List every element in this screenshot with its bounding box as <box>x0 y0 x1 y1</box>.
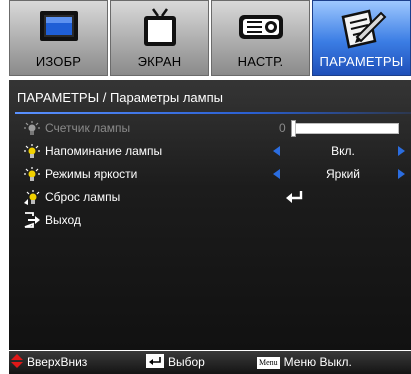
arrow-right-icon[interactable] <box>398 169 405 179</box>
menu-item-lamp-hours: Счетчик лампы 0 <box>23 118 409 138</box>
monitor-icon <box>39 11 78 41</box>
lamp-hours-value: 0 <box>279 121 286 135</box>
lamp-icon <box>24 121 40 135</box>
hint-nav: ВверхВниз <box>11 351 87 374</box>
brightness-mode-value: Яркий <box>326 167 360 181</box>
breadcrumb: ПАРАМЕТРЫ / Параметры лампы <box>17 90 223 105</box>
menu-item-lamp-reset[interactable]: Сброс лампы <box>23 187 409 207</box>
hint-select: Выбор <box>146 351 205 374</box>
menu-panel: ПАРАМЕТРЫ / Параметры лампы Счетчик ламп… <box>9 80 411 350</box>
hint-bar: ВверхВниз Выбор Menu Меню Выкл. <box>9 351 411 374</box>
enter-key-icon <box>286 191 303 203</box>
lamp-reset-icon <box>24 190 40 205</box>
projector-icon <box>238 15 283 39</box>
brightness-mode-label: Режимы яркости <box>45 167 138 181</box>
lamp-hours-label: Счетчик лампы <box>45 121 131 135</box>
tab-settings-label: НАСТР. <box>237 54 284 69</box>
tab-image[interactable]: ИЗОБР <box>9 0 108 76</box>
lamp-icon <box>24 144 40 158</box>
tab-options-label: ПАРАМЕТРЫ <box>319 54 404 69</box>
hint-nav-label: ВверхВниз <box>27 355 88 369</box>
menu-key-icon: Menu <box>257 357 280 369</box>
menu-item-exit[interactable]: Выход <box>23 210 409 230</box>
lamp-reset-label: Сброс лампы <box>45 190 121 204</box>
lamp-icon <box>24 167 40 181</box>
hint-select-label: Выбор <box>168 355 205 369</box>
exit-icon <box>24 212 40 228</box>
breadcrumb-underline <box>15 112 411 114</box>
exit-label: Выход <box>45 213 81 227</box>
hint-menu-label: Меню Выкл. <box>283 355 352 369</box>
lamp-hours-bar <box>295 123 399 134</box>
projector-osd: ИЗОБР ЭКРАН НАСТР. ПАРАМЕТРЫ ПАРАМЕТРЫ /… <box>0 0 411 374</box>
options-pen-icon <box>341 9 386 49</box>
tv-screen-icon <box>143 8 176 46</box>
up-down-icon <box>11 354 23 368</box>
lamp-reminder-label: Напоминание лампы <box>45 144 163 158</box>
arrow-left-icon[interactable] <box>273 146 280 156</box>
tab-screen-label: ЭКРАН <box>137 54 182 69</box>
lamp-reminder-value: Вкл. <box>331 144 355 158</box>
enter-key-icon <box>146 354 164 368</box>
tab-screen[interactable]: ЭКРАН <box>110 0 209 76</box>
menu-item-lamp-reminder[interactable]: Напоминание лампы Вкл. <box>23 141 409 161</box>
arrow-right-icon[interactable] <box>398 146 405 156</box>
arrow-left-icon[interactable] <box>273 169 280 179</box>
tab-image-label: ИЗОБР <box>35 54 82 69</box>
tab-bar: ИЗОБР ЭКРАН НАСТР. ПАРАМЕТРЫ <box>9 0 411 78</box>
tab-settings[interactable]: НАСТР. <box>211 0 310 76</box>
hint-menu: Menu Меню Выкл. <box>257 351 352 374</box>
tab-options[interactable]: ПАРАМЕТРЫ <box>312 0 411 76</box>
menu-item-brightness-mode[interactable]: Режимы яркости Яркий <box>23 164 409 184</box>
